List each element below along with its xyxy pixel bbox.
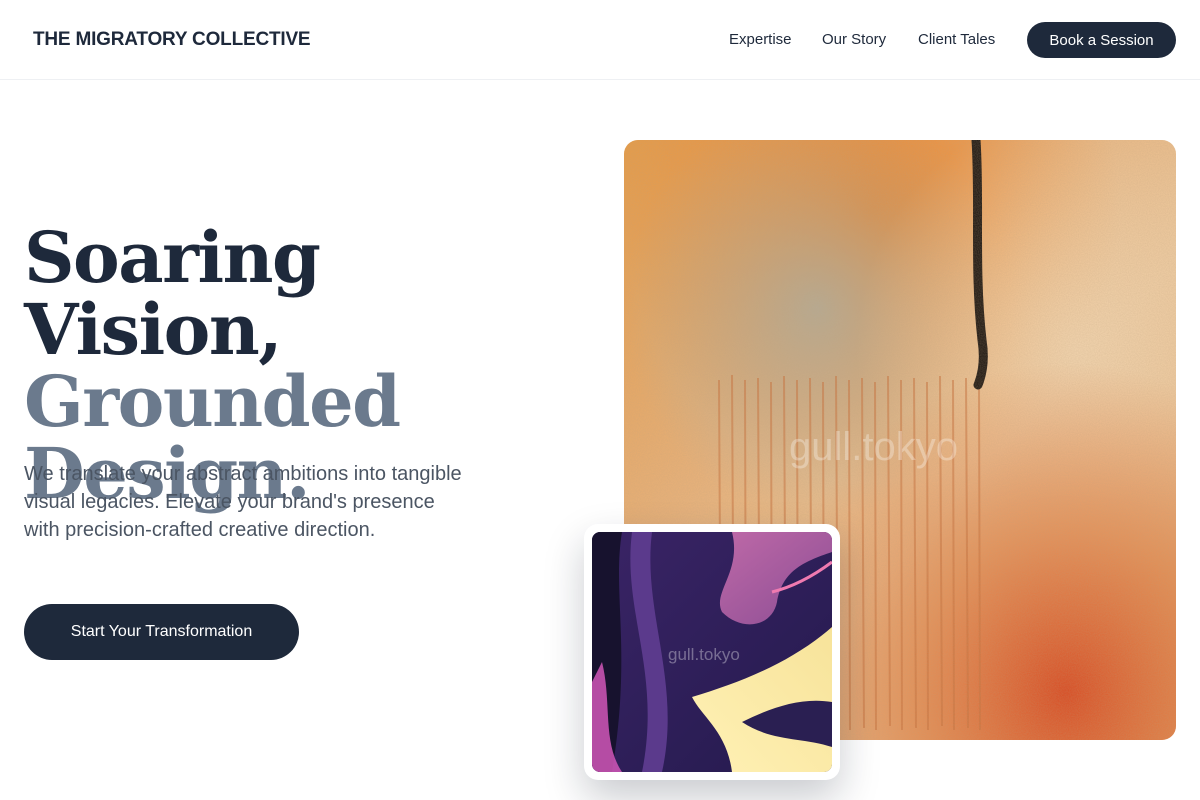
hero-subtitle: We translate your abstract ambitions int… (24, 463, 462, 541)
nav-link-expertise[interactable]: Expertise (729, 31, 792, 48)
small-artwork-watermark: gull.tokyo (668, 645, 740, 664)
start-transformation-button[interactable]: Start Your Transformation (24, 604, 299, 660)
nav-link-client-tales[interactable]: Client Tales (918, 31, 995, 48)
brand-logo-text[interactable]: THE MIGRATORY COLLECTIVE (33, 29, 311, 51)
top-nav: THE MIGRATORY COLLECTIVE Expertise Our S… (0, 0, 1200, 80)
abstract-purple-painting: gull.tokyo (592, 532, 832, 772)
nav-link-our-story[interactable]: Our Story (822, 31, 886, 48)
hero-secondary-artwork-card: gull.tokyo (584, 524, 840, 780)
hero-title-line-2: Grounded (24, 360, 401, 443)
book-session-button[interactable]: Book a Session (1027, 22, 1176, 58)
main-artwork-watermark: gull.tokyo (789, 425, 958, 469)
hero-secondary-artwork: gull.tokyo (592, 532, 832, 772)
hero-title-line-1: Soaring Vision, (24, 216, 321, 371)
